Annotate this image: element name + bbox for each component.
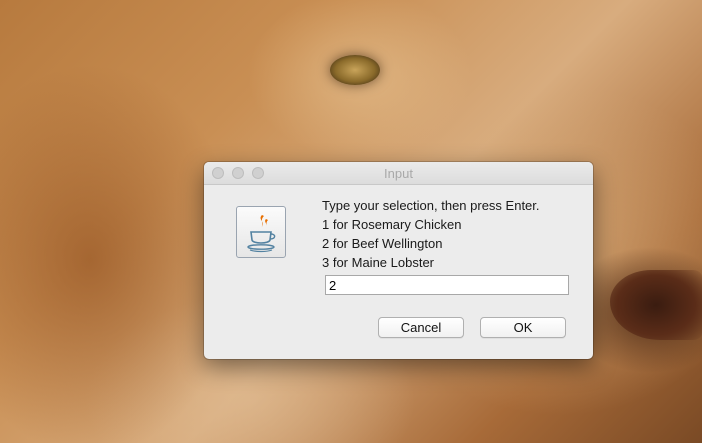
dialog-titlebar[interactable]: Input	[204, 162, 593, 185]
wallpaper-lion-eye	[330, 55, 380, 85]
selection-input[interactable]	[325, 275, 569, 295]
message-line: 1 for Rosemary Chicken	[322, 217, 462, 232]
ok-button[interactable]: OK	[480, 317, 566, 338]
message-line: Type your selection, then press Enter.	[322, 198, 540, 213]
message-line: 3 for Maine Lobster	[322, 255, 435, 270]
dialog-message: Type your selection, then press Enter. 1…	[322, 196, 540, 272]
cancel-button[interactable]: Cancel	[378, 317, 464, 338]
message-line: 2 for Beef Wellington	[322, 236, 443, 251]
input-dialog: Input Type your selection, then press En…	[204, 162, 593, 359]
java-cup-icon	[236, 206, 286, 258]
dialog-title: Input	[384, 166, 413, 181]
wallpaper-lion-nose	[610, 270, 702, 340]
